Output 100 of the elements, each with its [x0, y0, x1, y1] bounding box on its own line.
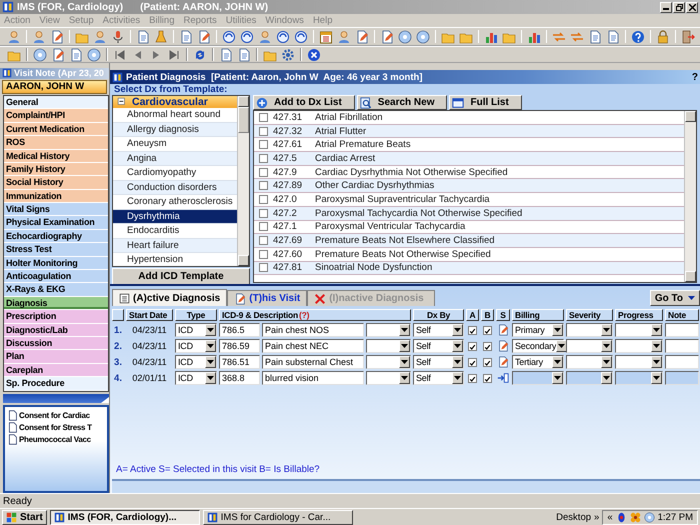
description-field[interactable]: Pain chest NEC	[262, 339, 364, 353]
checkbox[interactable]	[483, 358, 492, 366]
section-item[interactable]: Diagnosis	[4, 296, 108, 310]
template-item[interactable]: Heart failure	[113, 238, 237, 253]
note-field[interactable]	[665, 355, 699, 369]
section-item[interactable]: ROS	[4, 136, 108, 150]
severity-dropdown[interactable]	[566, 355, 613, 369]
disc-icon[interactable]	[398, 30, 412, 44]
document-item[interactable]: Consent for Cardiac	[19, 410, 90, 420]
minimize-button[interactable]	[660, 2, 672, 12]
caret-icon[interactable]	[452, 324, 463, 336]
close-icon[interactable]	[307, 48, 321, 62]
code-field[interactable]: 786.59	[219, 339, 260, 353]
pencil-icon[interactable]	[197, 30, 211, 44]
note-icon[interactable]	[234, 292, 246, 304]
checkbox[interactable]	[483, 342, 492, 350]
calendar-icon[interactable]	[319, 30, 333, 44]
caret-icon[interactable]	[651, 340, 662, 352]
app-logo-icon[interactable]	[206, 512, 218, 523]
checkbox[interactable]	[259, 263, 268, 272]
section-item[interactable]: Anticoagulation	[4, 270, 108, 284]
billing-dropdown[interactable]: Tertiary	[512, 355, 564, 369]
checkbox[interactable]	[259, 222, 268, 232]
disc-icon[interactable]	[644, 512, 655, 523]
person-icon[interactable]	[7, 30, 21, 44]
checkbox[interactable]	[259, 208, 268, 218]
section-item[interactable]: Family History	[4, 162, 108, 176]
pencil-icon[interactable]	[51, 48, 65, 62]
shield-icon[interactable]	[616, 512, 627, 523]
caret-icon[interactable]	[556, 340, 568, 352]
caret-icon[interactable]	[651, 324, 662, 336]
template-item[interactable]: Conduction disorders	[113, 180, 237, 195]
pencil-icon[interactable]	[355, 30, 369, 44]
refresh-icon[interactable]	[193, 48, 207, 62]
add-template-button[interactable]: Add ICD Template	[112, 268, 250, 285]
caret-icon[interactable]	[205, 340, 216, 352]
checkbox[interactable]	[259, 126, 268, 136]
go-to-button[interactable]: Go To	[650, 290, 700, 306]
window-icon[interactable]	[452, 96, 464, 108]
caret-icon[interactable]	[452, 372, 463, 384]
dx-by-dropdown[interactable]: Self	[413, 355, 464, 369]
sync-icon[interactable]	[276, 30, 290, 44]
note-field[interactable]	[665, 339, 699, 353]
section-item[interactable]: Stress Test	[4, 243, 108, 257]
flower-icon[interactable]	[630, 512, 641, 523]
lock-icon[interactable]	[656, 30, 670, 44]
template-item[interactable]: Dysrhythmia	[113, 210, 237, 224]
type-dropdown[interactable]: ICD	[175, 355, 217, 369]
sync-icon[interactable]	[240, 30, 254, 44]
caret-icon[interactable]	[399, 340, 410, 352]
severity-dropdown[interactable]	[566, 339, 613, 353]
description-field[interactable]: Pain chest NOS	[262, 323, 364, 337]
section-item[interactable]: Social History	[4, 176, 108, 190]
transfer-icon[interactable]	[497, 372, 509, 384]
caret-icon[interactable]	[552, 356, 563, 368]
caret-icon[interactable]	[399, 356, 410, 368]
billing-dropdown[interactable]: Primary	[512, 323, 564, 337]
progress-dropdown[interactable]	[615, 339, 663, 353]
section-item[interactable]: Plan	[4, 350, 108, 364]
category-header[interactable]: Cardiovascular	[113, 96, 237, 108]
checkbox[interactable]	[259, 181, 268, 190]
tab[interactable]: (A)ctive Diagnosis	[112, 289, 228, 306]
code-field[interactable]: 786.51	[219, 355, 260, 369]
dx-by-dropdown[interactable]: Self	[413, 323, 464, 337]
start-button[interactable]: Start	[2, 510, 47, 525]
section-item[interactable]: Complaint/HPI	[4, 109, 108, 123]
section-item[interactable]: Physical Examination	[4, 216, 108, 230]
toolbar-button[interactable]: Search New	[356, 95, 448, 110]
checkbox[interactable]	[259, 194, 268, 204]
checkbox[interactable]	[259, 154, 268, 163]
checkbox[interactable]	[468, 358, 477, 366]
progress-dropdown[interactable]	[615, 355, 663, 369]
dropdown[interactable]	[366, 355, 411, 369]
checkbox[interactable]	[468, 326, 477, 334]
caret-icon[interactable]	[552, 324, 563, 336]
dx-by-dropdown[interactable]: Self	[413, 339, 464, 353]
section-item[interactable]: General	[4, 96, 108, 110]
pencil-icon[interactable]	[380, 30, 394, 44]
document-item[interactable]: Consent for Stress T	[19, 422, 92, 432]
first-icon[interactable]	[113, 48, 127, 62]
severity-dropdown[interactable]	[566, 323, 613, 337]
type-dropdown[interactable]: ICD	[175, 339, 217, 353]
person-icon[interactable]	[258, 30, 272, 44]
scrollbar[interactable]	[237, 96, 249, 266]
section-item[interactable]: Prescription	[4, 310, 108, 324]
scrollbar[interactable]	[684, 111, 696, 282]
checkbox[interactable]	[259, 250, 268, 259]
search-icon[interactable]	[360, 96, 372, 108]
help-link[interactable]: (?)	[299, 310, 310, 320]
document-icon[interactable]	[7, 422, 18, 433]
person-icon[interactable]	[337, 30, 351, 44]
close-button[interactable]	[686, 2, 698, 12]
note-field[interactable]	[665, 323, 699, 337]
pencil-icon[interactable]	[50, 30, 64, 44]
help-button[interactable]: ?	[692, 72, 698, 82]
dropdown[interactable]	[366, 323, 411, 337]
taskbar-item[interactable]: IMS (FOR, Cardiology)...	[50, 510, 200, 525]
caret-icon[interactable]	[205, 372, 216, 384]
tab[interactable]: (T)his Visit	[227, 290, 308, 306]
caret-icon[interactable]	[601, 340, 612, 352]
